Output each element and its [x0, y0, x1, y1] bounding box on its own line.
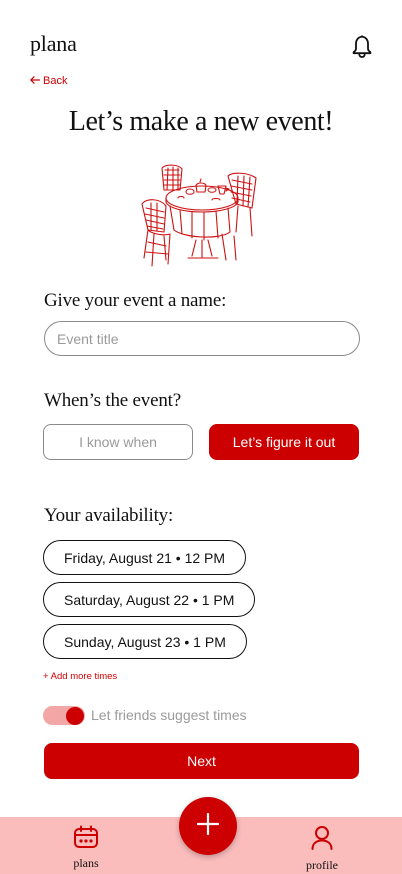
availability-slot[interactable]: Sunday, August 23 • 1 PM: [43, 624, 247, 659]
next-button[interactable]: Next: [44, 743, 359, 779]
bell-icon[interactable]: [350, 33, 374, 59]
suggest-times-toggle[interactable]: [43, 706, 85, 725]
plus-icon: [196, 812, 220, 841]
tab-profile-label: profile: [306, 858, 338, 872]
tab-plans-label: plans: [73, 856, 99, 870]
event-when-label: When’s the event?: [44, 390, 181, 411]
tab-profile[interactable]: profile: [292, 825, 352, 873]
back-link[interactable]: Back: [30, 75, 67, 87]
toggle-knob: [66, 706, 84, 725]
arrow-left-icon: [30, 75, 41, 87]
page-title: Let’s make a new event!: [68, 106, 334, 137]
back-label: Back: [43, 75, 68, 87]
availability-label: Your availability:: [44, 505, 174, 526]
availability-slot[interactable]: Saturday, August 22 • 1 PM: [43, 582, 256, 617]
suggest-times-label: Let friends suggest times: [91, 707, 247, 723]
create-event-button[interactable]: [179, 797, 237, 855]
tab-plans[interactable]: plans: [56, 825, 116, 871]
figure-it-out-button[interactable]: Let’s figure it out: [209, 424, 359, 460]
app-title: plana: [30, 31, 77, 56]
calendar-icon: [73, 825, 99, 854]
availability-slot[interactable]: Friday, August 21 • 12 PM: [43, 540, 247, 575]
person-icon: [310, 825, 334, 856]
event-title-input[interactable]: [44, 321, 360, 356]
event-name-label: Give your event a name:: [44, 290, 227, 311]
add-more-times-link[interactable]: + Add more times: [43, 671, 117, 682]
cafe-table-illustration: [140, 160, 264, 270]
i-know-when-button[interactable]: I know when: [43, 424, 193, 460]
